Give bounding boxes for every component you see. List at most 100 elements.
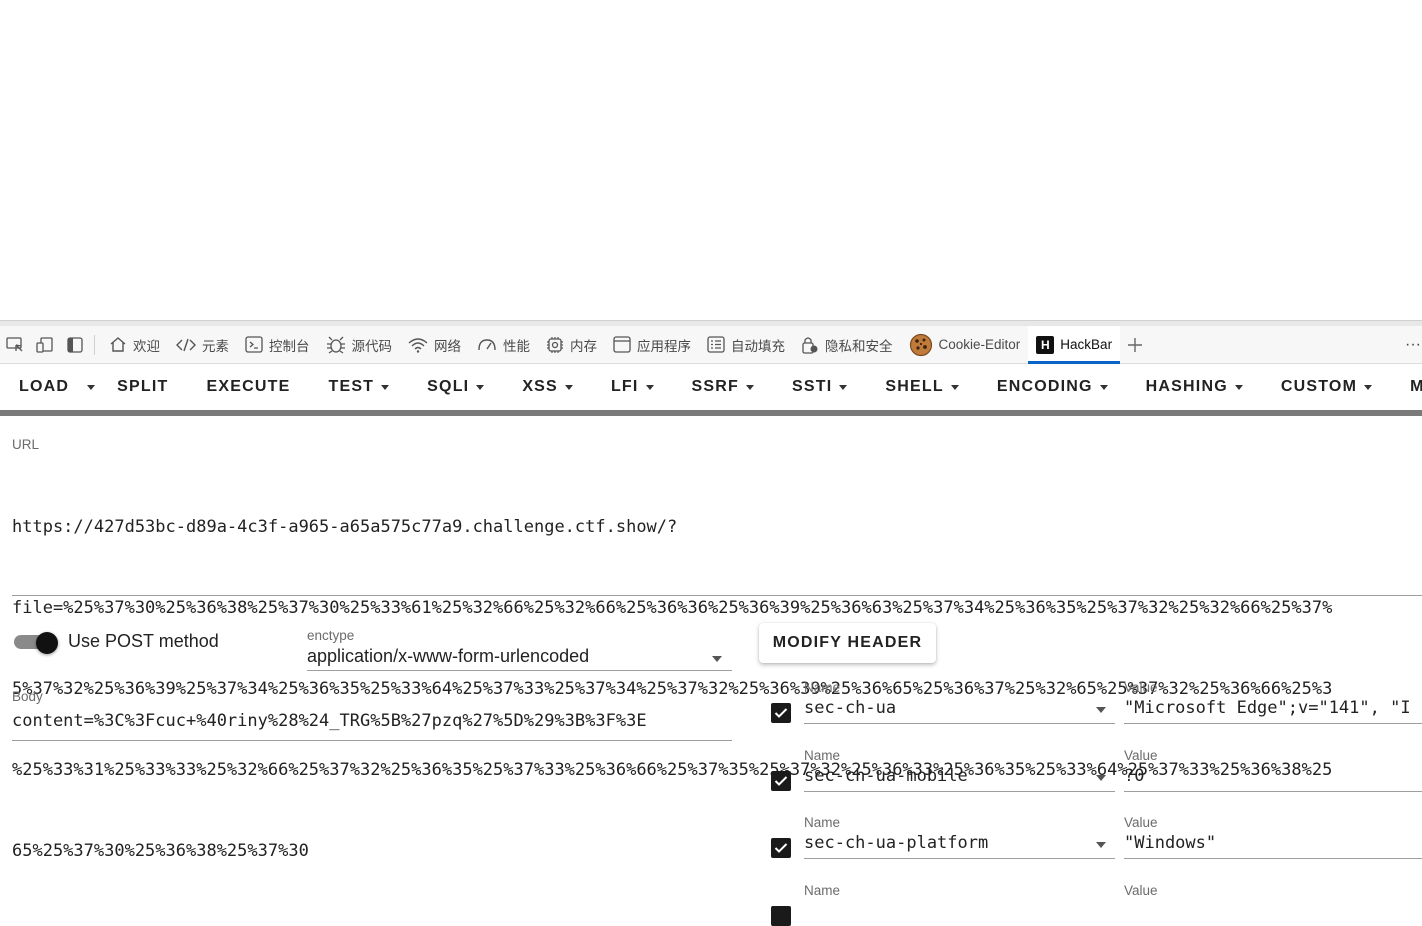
execute-button[interactable]: EXECUTE [187, 364, 309, 410]
post-method-label: Use POST method [68, 631, 219, 651]
tab-welcome-label: 欢迎 [133, 338, 160, 354]
header-checkbox[interactable] [771, 838, 791, 858]
header-name-label: Name [804, 680, 841, 695]
encoding-menu-label: ENCODING [996, 378, 1093, 395]
checkmark-icon [774, 843, 788, 853]
chevron-down-icon[interactable] [1096, 707, 1106, 713]
hackbar-logo-icon: H [1036, 335, 1055, 354]
sqli-menu-label: SQLI [427, 378, 470, 395]
tab-network[interactable]: 网络 [400, 326, 469, 364]
chevron-down-icon [1234, 384, 1243, 390]
toolbar-bottom-bar [0, 410, 1422, 416]
tab-hackbar[interactable]: H HackBar [1028, 325, 1121, 364]
toggle-thumb [36, 632, 58, 654]
post-method-toggle[interactable] [14, 632, 58, 654]
hashing-menu-button[interactable]: HASHING [1127, 364, 1262, 410]
tab-network-label: 网络 [434, 338, 461, 354]
custom-menu-button[interactable]: CUSTOM [1262, 364, 1391, 410]
checkmark-icon [774, 708, 788, 718]
tab-privacy-security-label: 隐私和安全 [825, 338, 893, 354]
devtools-tab-strip: 欢迎 元素 控制台 源代码 网络 性能 内存 应用程序 自动填充 隐私和安全 C… [0, 325, 1422, 364]
xss-menu-label: XSS [522, 378, 558, 395]
cookie-icon [909, 333, 932, 356]
chevron-down-icon [746, 384, 755, 390]
header-row: Name Value [0, 883, 1422, 926]
tab-console[interactable]: 控制台 [237, 326, 318, 364]
shell-menu-label: SHELL [885, 378, 944, 395]
header-value-input[interactable]: "Windows" [1124, 833, 1422, 853]
tab-memory[interactable]: 内存 [538, 326, 605, 364]
console-icon [245, 336, 263, 353]
ssrf-menu-button[interactable]: SSRF [673, 364, 773, 410]
header-row: Name sec-ch-ua Value "Microsoft Edge";v=… [0, 680, 1422, 748]
header-checkbox[interactable] [771, 906, 791, 926]
url-underline [12, 595, 1422, 596]
url-line: https://427d53bc-d89a-4c3f-a965-a65a575c… [12, 517, 678, 537]
custom-menu-label: CUSTOM [1280, 378, 1358, 395]
wifi-icon [408, 337, 428, 353]
tab-cookie-editor[interactable]: Cookie-Editor [901, 326, 1029, 364]
xss-menu-button[interactable]: XSS [503, 364, 592, 410]
sqli-menu-button[interactable]: SQLI [408, 364, 503, 410]
chevron-down-icon [950, 384, 959, 390]
encoding-menu-button[interactable]: ENCODING [978, 364, 1127, 410]
add-tab-icon[interactable] [1120, 326, 1150, 364]
ssrf-menu-label: SSRF [691, 378, 740, 395]
header-value-underline [1124, 791, 1422, 792]
load-button[interactable]: LOAD [0, 364, 79, 410]
chevron-down-icon [1364, 384, 1373, 390]
chevron-down-icon [839, 384, 848, 390]
dock-side-icon[interactable] [60, 326, 90, 364]
tab-sources[interactable]: 源代码 [318, 326, 401, 364]
tab-elements-label: 元素 [202, 338, 229, 354]
url-line: file=%25%37%30%25%36%38%25%37%30%25%33%6… [12, 598, 1333, 618]
tab-application[interactable]: 应用程序 [605, 326, 699, 364]
header-value-underline [1124, 723, 1422, 724]
header-name-input[interactable]: sec-ch-ua [804, 698, 896, 718]
test-menu-button[interactable]: TEST [309, 364, 408, 410]
chevron-down-icon[interactable] [712, 656, 722, 662]
execute-button-label: EXECUTE [206, 378, 291, 395]
mode-menu-button[interactable]: MODE [1391, 364, 1422, 410]
split-button[interactable]: SPLIT [103, 364, 187, 410]
header-checkbox[interactable] [771, 703, 791, 723]
enctype-select[interactable]: application/x-www-form-urlencoded [307, 646, 589, 667]
ssti-menu-button[interactable]: SSTI [773, 364, 866, 410]
tab-autofill[interactable]: 自动填充 [699, 326, 793, 364]
modify-header-button[interactable]: MODIFY HEADER [759, 623, 936, 663]
page-viewport [0, 0, 1422, 320]
tab-memory-label: 内存 [570, 338, 597, 354]
header-value-input[interactable]: "Microsoft Edge";v="141", "I [1124, 698, 1422, 718]
header-value-label: Value [1124, 680, 1158, 695]
inspect-element-icon[interactable] [0, 326, 30, 364]
tab-performance[interactable]: 性能 [469, 326, 538, 364]
load-dropdown-button[interactable] [79, 364, 103, 410]
tab-privacy-security[interactable]: 隐私和安全 [793, 326, 901, 364]
header-name-input[interactable]: sec-ch-ua-mobile [804, 766, 968, 786]
header-row: Name sec-ch-ua-mobile Value ?0 [0, 748, 1422, 816]
chevron-down-icon [645, 384, 654, 390]
header-name-input[interactable]: sec-ch-ua-platform [804, 833, 988, 853]
gauge-icon [478, 338, 496, 350]
shell-menu-button[interactable]: SHELL [866, 364, 977, 410]
lock-icon [802, 336, 818, 354]
hackbar-toolbar: LOAD SPLIT EXECUTE TEST SQLI XSS LFI SSR… [0, 364, 1422, 410]
lfi-menu-label: LFI [610, 378, 639, 395]
tab-console-label: 控制台 [269, 338, 310, 354]
tab-welcome[interactable]: 欢迎 [101, 326, 168, 364]
chevron-down-icon[interactable] [1096, 775, 1106, 781]
chevron-down-icon[interactable] [1096, 842, 1106, 848]
hashing-menu-label: HASHING [1145, 378, 1228, 395]
tab-elements[interactable]: 元素 [168, 326, 237, 364]
header-value-input[interactable]: ?0 [1124, 766, 1422, 786]
ssti-menu-label: SSTI [792, 378, 833, 395]
code-icon [176, 338, 196, 351]
more-tools-icon[interactable]: ··· [1404, 326, 1422, 364]
window-icon [613, 336, 631, 353]
load-button-label: LOAD [19, 378, 70, 395]
device-emulation-icon[interactable] [30, 326, 60, 364]
header-value-label: Value [1124, 883, 1158, 898]
lfi-menu-button[interactable]: LFI [592, 364, 673, 410]
header-checkbox[interactable] [771, 771, 791, 791]
chevron-down-icon [476, 384, 485, 390]
